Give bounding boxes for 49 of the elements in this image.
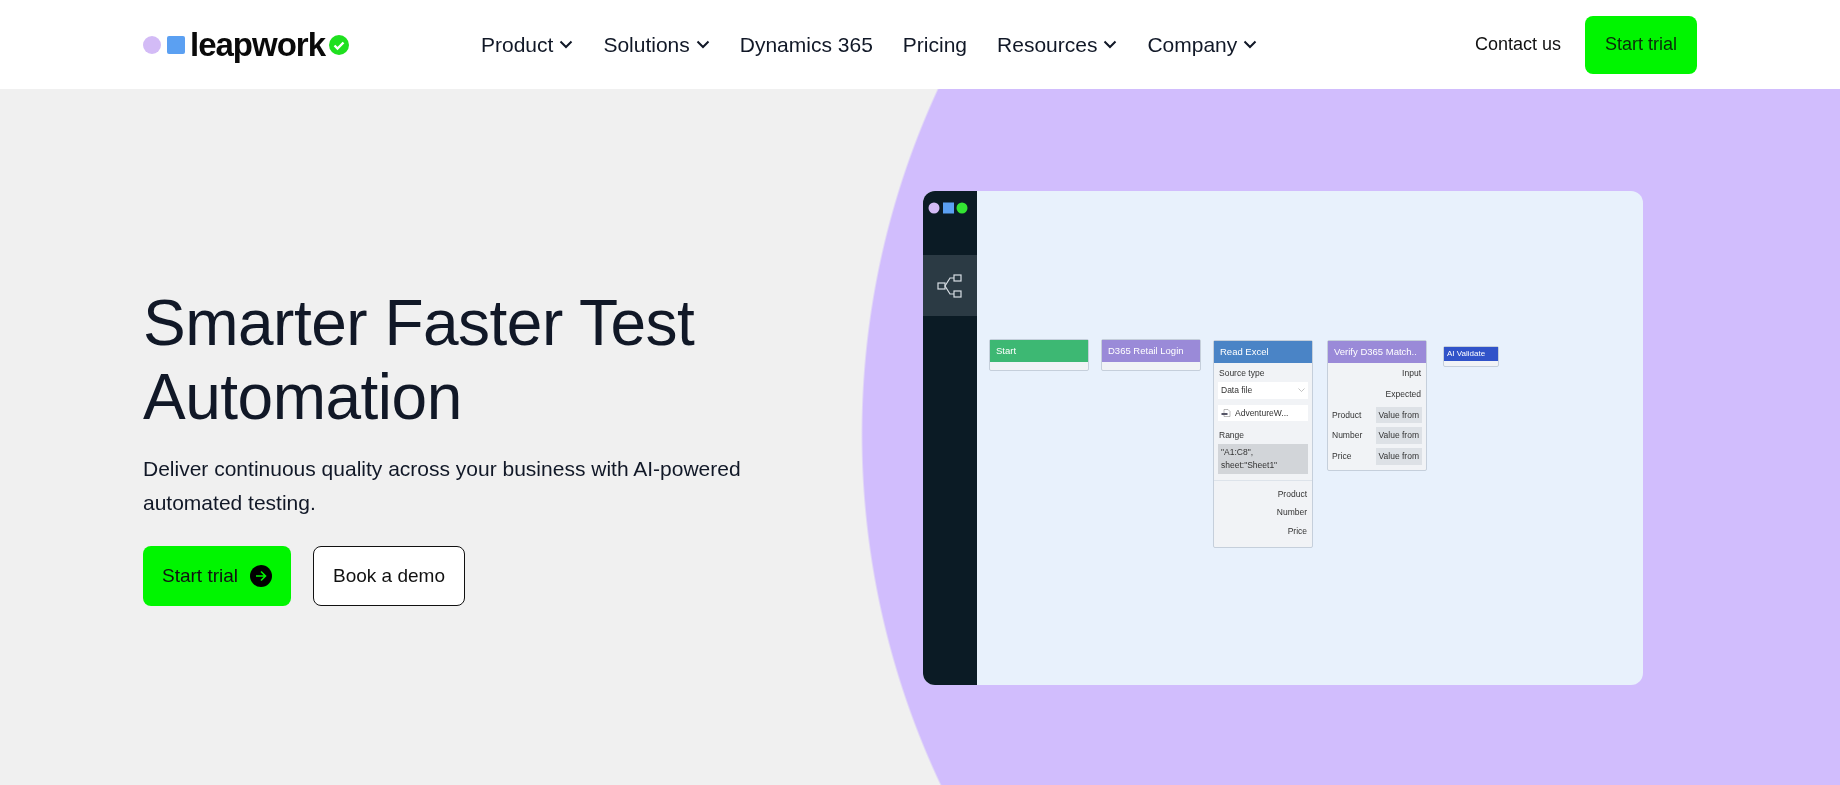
nav-link[interactable]: Solutions [603, 28, 710, 61]
logo-text[interactable]: leapwork [190, 28, 326, 61]
dropdown-field[interactable]: Data file [1218, 381, 1308, 399]
chevron-down-icon [559, 40, 574, 49]
field-label: Range [1219, 430, 1245, 441]
input-label: Input [1402, 368, 1421, 378]
node-title: Start [990, 340, 1088, 362]
flow-node[interactable]: Verify D365 Match.. Input Expected Product Value from Number Value from Price Value from [1327, 340, 1427, 471]
chevron-down-icon [1243, 40, 1258, 49]
value-field[interactable]: Value from [1375, 406, 1422, 424]
field-label: Number [1332, 429, 1363, 442]
output-label: Product [1277, 488, 1307, 499]
book-demo-button[interactable]: Book a demo [313, 546, 465, 607]
node-title: Read Excel [1214, 341, 1312, 363]
nav-link[interactable]: Company [1147, 28, 1258, 61]
hero-title: Smarter Faster Test Automation [143, 287, 696, 435]
file-field[interactable]: AdventureW... [1218, 404, 1308, 422]
arrow-right-icon [250, 565, 273, 588]
nav-link[interactable]: Pricing [902, 28, 968, 61]
node-title: AI Validate [1444, 347, 1498, 361]
file-icon [1221, 408, 1231, 417]
field-label: Price [1332, 450, 1352, 463]
start-trial-button[interactable]: Start trial [1584, 15, 1697, 74]
chevron-down-icon [695, 40, 710, 49]
node-title: Verify D365 Match.. [1328, 341, 1426, 363]
output-label: Number [1276, 507, 1307, 518]
sidebar-item[interactable] [923, 255, 977, 316]
field-label: Source type [1219, 368, 1265, 378]
input-label: Expected [1385, 388, 1421, 399]
hero-subtitle: Deliver continuous quality across your business with AI-powered automated testing. [143, 456, 742, 517]
nav-link[interactable]: Dynamics 365 [739, 28, 873, 61]
window-dots-icon [928, 202, 968, 214]
chevron-down-icon [1298, 388, 1305, 393]
value-field[interactable]: Value from [1375, 448, 1422, 465]
flow-node[interactable]: Read Excel Source type Data file AdventureW... Range "A1:C8", sheet:"Sheet1" Product Number Price [1213, 340, 1313, 548]
start-trial-button[interactable]: Start trial [143, 546, 292, 607]
chevron-down-icon [1103, 40, 1118, 49]
flow-icon [937, 273, 963, 298]
check-icon [329, 34, 350, 55]
output-label: Price [1287, 526, 1307, 536]
logo-mark-icon [143, 34, 186, 55]
range-field[interactable]: "A1:C8", sheet:"Sheet1" [1218, 444, 1308, 474]
field-label: Product [1332, 408, 1362, 422]
nav-link[interactable]: Resources [997, 28, 1118, 61]
contact-link[interactable]: Contact us [1474, 31, 1561, 58]
node-title: D365 Retail Login [1102, 340, 1200, 362]
nav-link[interactable]: Product [481, 28, 574, 61]
value-field[interactable]: Value from [1375, 427, 1422, 444]
flow-node[interactable]: AI Validate [1443, 346, 1499, 367]
